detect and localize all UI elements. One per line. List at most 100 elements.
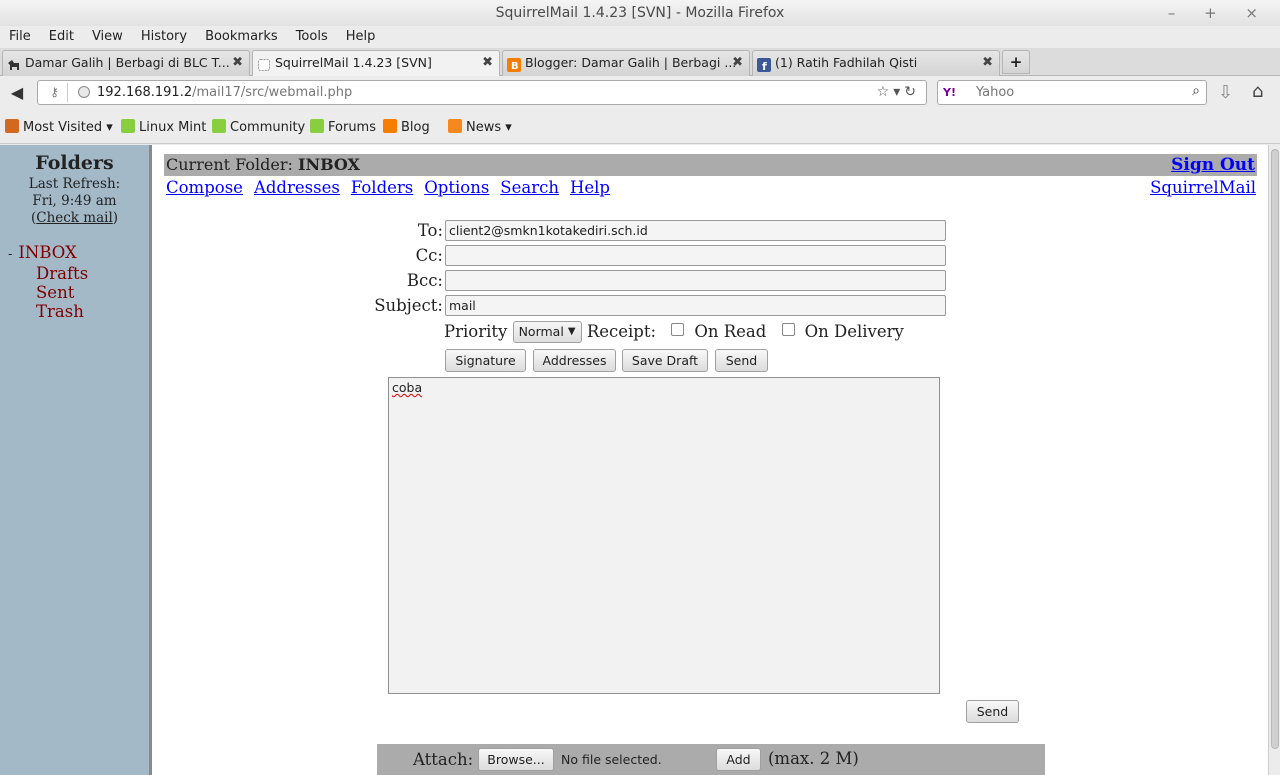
url-text[interactable]: 192.168.191.2/mail17/src/webmail.php: [97, 81, 352, 104]
on-delivery-label: On Delivery: [804, 322, 904, 341]
tab-damar-galih[interactable]: Damar Galih | Berbagi di BLC T... ✖: [2, 50, 250, 76]
scrollbar-thumb[interactable]: [1271, 149, 1279, 749]
close-tab-icon[interactable]: ✖: [482, 51, 493, 75]
addresses-link[interactable]: Addresses: [254, 178, 340, 197]
check-mail-link[interactable]: Check mail: [36, 210, 113, 226]
tab-label: Damar Galih | Berbagi di BLC T...: [25, 55, 230, 70]
bookmark-community[interactable]: Community: [212, 119, 305, 136]
cc-field[interactable]: [445, 245, 946, 266]
close-tab-icon[interactable]: ✖: [732, 51, 743, 75]
message-body-textarea[interactable]: coba: [388, 377, 940, 694]
priority-row: Priority Normal ▼ Receipt: On Read On Del…: [444, 320, 904, 343]
folder-drafts[interactable]: Drafts: [8, 264, 88, 283]
on-read-label: On Read: [694, 322, 767, 341]
blogger-icon: [383, 119, 397, 133]
svg-text:f: f: [762, 60, 767, 72]
to-field[interactable]: [445, 220, 946, 241]
bookmark-folder-icon: [5, 119, 19, 133]
url-bar[interactable]: ⚷ 192.168.191.2/mail17/src/webmail.php ☆…: [37, 80, 927, 105]
window-titlebar: SquirrelMail 1.4.23 [SVN] - Mozilla Fire…: [0, 0, 1280, 26]
sign-out-link[interactable]: Sign Out: [1171, 154, 1255, 176]
blogger-icon: B: [507, 56, 521, 72]
attach-label: Attach:: [413, 750, 474, 769]
on-read-checkbox[interactable]: [671, 323, 685, 336]
bookmark-linux-mint[interactable]: Linux Mint: [121, 119, 206, 136]
receipt-label: Receipt:: [586, 322, 657, 341]
folders-link[interactable]: Folders: [351, 178, 413, 197]
bookmark-news[interactable]: News ▾: [448, 119, 512, 136]
mint-icon: [310, 119, 324, 133]
priority-select[interactable]: Normal ▼: [512, 320, 582, 343]
addresses-button[interactable]: Addresses: [533, 349, 616, 372]
back-arrow-icon[interactable]: ◀: [6, 82, 28, 104]
last-refresh: Last Refresh: Fri, 9:49 am (Check mail): [28, 176, 121, 226]
search-icon[interactable]: ⌕: [1192, 83, 1200, 99]
bookmark-forums[interactable]: Forums: [310, 119, 376, 136]
folder-inbox[interactable]: - INBOX: [8, 243, 88, 264]
search-bar[interactable]: Y! ⌕: [937, 80, 1207, 105]
search-input[interactable]: [974, 83, 1174, 102]
vertical-scrollbar[interactable]: [1268, 145, 1280, 775]
chevron-down-icon: ▼: [567, 325, 576, 337]
page-content: Folders Last Refresh: Fri, 9:49 am (Chec…: [0, 145, 1280, 775]
squirrelmail-link[interactable]: SquirrelMail: [1150, 178, 1256, 198]
reload-icon[interactable]: ↻: [904, 84, 920, 100]
svg-text:B: B: [511, 61, 519, 72]
yahoo-icon[interactable]: Y!: [943, 86, 956, 99]
add-attachment-button[interactable]: Add: [716, 748, 761, 771]
star-icon[interactable]: ☆: [877, 84, 894, 100]
menu-help[interactable]: Help: [337, 26, 385, 48]
bcc-field[interactable]: [445, 270, 946, 291]
attach-max-size: (max. 2 M): [768, 749, 859, 768]
navigation-bar: ◀ ⚷ 192.168.191.2/mail17/src/webmail.php…: [0, 76, 1280, 110]
options-link[interactable]: Options: [424, 178, 489, 197]
compose-frame: Current Folder: INBOX Sign Out Compose Ad…: [155, 145, 1280, 775]
menu-edit[interactable]: Edit: [40, 26, 83, 48]
tab-squirrelmail[interactable]: SquirrelMail 1.4.23 [SVN] ✖: [252, 50, 500, 77]
menu-view[interactable]: View: [83, 26, 132, 48]
compose-link[interactable]: Compose: [166, 178, 243, 197]
attach-status: No file selected.: [561, 752, 662, 767]
tab-facebook[interactable]: f (1) Ratih Fadhilah Qisti ✖: [752, 50, 1000, 76]
save-draft-button[interactable]: Save Draft: [622, 349, 708, 372]
mint-icon: [121, 119, 135, 133]
tab-label: (1) Ratih Fadhilah Qisti: [775, 55, 918, 70]
signature-button[interactable]: Signature: [445, 349, 526, 372]
tab-label: SquirrelMail 1.4.23 [SVN]: [275, 55, 432, 70]
mail-nav: Compose Addresses Folders Options Search Help: [166, 178, 621, 198]
close-tab-icon[interactable]: ✖: [982, 51, 993, 75]
help-link[interactable]: Help: [570, 178, 610, 197]
on-delivery-checkbox[interactable]: [781, 323, 795, 336]
menu-bookmarks[interactable]: Bookmarks: [196, 26, 287, 48]
url-actions[interactable]: ☆▾↻: [877, 81, 920, 104]
browse-button[interactable]: Browse...: [478, 748, 554, 771]
cc-label: Cc:: [415, 246, 443, 265]
folder-sent[interactable]: Sent: [8, 283, 88, 302]
home-icon[interactable]: ⌂: [1252, 81, 1263, 102]
bookmark-most-visited[interactable]: Most Visited ▾: [5, 119, 113, 136]
close-tab-icon[interactable]: ✖: [232, 51, 243, 75]
menu-file[interactable]: File: [0, 26, 40, 48]
menu-tools[interactable]: Tools: [287, 26, 337, 48]
window-controls[interactable]: – + ×: [1168, 0, 1270, 26]
folders-sidebar: Folders Last Refresh: Fri, 9:49 am (Chec…: [0, 145, 152, 775]
send-button-bottom[interactable]: Send: [966, 700, 1019, 723]
bookmark-blog[interactable]: Blog: [383, 119, 430, 136]
menu-history[interactable]: History: [132, 26, 196, 48]
current-folder-bar: Current Folder: INBOX Sign Out: [164, 154, 1257, 176]
menu-bar: File Edit View History Bookmarks Tools Help: [0, 26, 1280, 48]
history-dropdown-icon[interactable]: ▾: [893, 84, 904, 100]
download-icon[interactable]: ⇩: [1218, 82, 1233, 103]
new-tab-button[interactable]: +: [1002, 50, 1030, 74]
rss-icon: [448, 119, 462, 133]
folder-trash[interactable]: Trash: [8, 302, 88, 321]
tab-label: Blogger: Damar Galih | Berbagi ...: [525, 55, 737, 70]
subject-field[interactable]: [445, 295, 946, 316]
globe-icon: [78, 86, 90, 98]
send-button[interactable]: Send: [715, 349, 768, 372]
search-link[interactable]: Search: [500, 178, 559, 197]
tab-bar: Damar Galih | Berbagi di BLC T... ✖ Squi…: [0, 48, 1280, 77]
key-icon[interactable]: ⚷: [42, 83, 68, 102]
message-body-text: coba: [392, 380, 423, 395]
tab-blogger[interactable]: B Blogger: Damar Galih | Berbagi ... ✖: [502, 50, 750, 76]
